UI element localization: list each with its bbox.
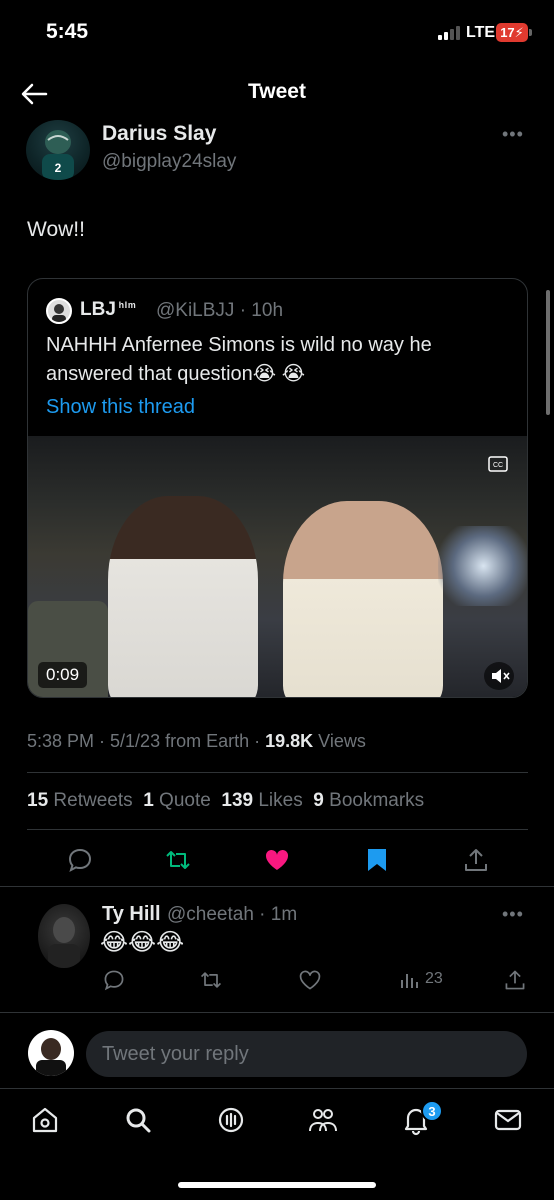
- views-count: 19.8K: [265, 731, 314, 751]
- author-handle[interactable]: @bigplay24slay: [102, 151, 236, 173]
- retweet-icon: [166, 851, 190, 869]
- heart-filled-icon: [265, 849, 289, 870]
- show-thread-link[interactable]: Show this thread: [46, 396, 195, 419]
- signal-icon: [438, 26, 460, 40]
- video-duration: 0:09: [38, 662, 88, 688]
- home-indicator: [178, 1182, 376, 1188]
- quote-video[interactable]: CC 0:09: [28, 436, 527, 697]
- reply-views-button[interactable]: [398, 968, 422, 992]
- reply-author-name[interactable]: Ty Hill: [102, 903, 161, 926]
- divider: [27, 829, 528, 830]
- battery-icon: 17 ⚡: [496, 23, 528, 42]
- heart-icon: [299, 970, 321, 990]
- quote-author-handle: @KiLBJJ · 10h: [156, 300, 284, 321]
- video-lights: [438, 526, 527, 606]
- tab-communities[interactable]: [307, 1104, 339, 1136]
- tweet-timestamp: 5:38 PM · 5/1/23 from Earth ·: [27, 731, 266, 751]
- quoted-tweet-card[interactable]: LBJ ʰᴵᵐ @KiLBJJ · 10h NAHHH Anfernee Sim…: [27, 278, 528, 698]
- reply-like-button[interactable]: [298, 968, 322, 992]
- tab-home[interactable]: [29, 1104, 61, 1136]
- divider: [27, 772, 528, 773]
- quote-author-name: LBJ: [80, 299, 116, 320]
- more-options-icon[interactable]: •••: [502, 124, 524, 145]
- tab-spaces[interactable]: [215, 1104, 247, 1136]
- page-title: Tweet: [248, 80, 306, 103]
- quote-author-name-suffix: ʰᴵᵐ: [119, 299, 137, 314]
- speaker-muted-icon: [492, 669, 510, 683]
- retweet-icon: [200, 972, 222, 988]
- home-icon: [32, 1107, 58, 1133]
- like-button[interactable]: [263, 846, 291, 874]
- mail-icon: [494, 1109, 522, 1131]
- retweet-button[interactable]: [164, 846, 192, 874]
- reply-retweet-button[interactable]: [199, 968, 223, 992]
- bookmark-button[interactable]: [363, 846, 391, 874]
- author-avatar[interactable]: 2: [26, 120, 90, 180]
- battery-cap: [529, 29, 532, 36]
- comment-icon: [68, 848, 92, 872]
- share-icon: [505, 970, 525, 990]
- more-options-icon[interactable]: •••: [502, 904, 524, 925]
- tweet-text: Wow!!: [27, 218, 85, 241]
- avatar-image: [36, 1038, 66, 1076]
- reply-author-handle[interactable]: @cheetah · 1m: [167, 904, 297, 926]
- video-person-right: [283, 501, 443, 697]
- captions-icon[interactable]: CC: [488, 456, 508, 472]
- avatar-image: 2: [42, 130, 74, 180]
- search-icon: [126, 1108, 151, 1133]
- svg-text:2: 2: [55, 161, 62, 175]
- reply-input[interactable]: [86, 1031, 527, 1077]
- battery-level: 17: [500, 25, 515, 40]
- author-name[interactable]: Darius Slay: [102, 122, 216, 146]
- bookmarks-stat[interactable]: 9 Bookmarks: [313, 790, 424, 811]
- scrollbar[interactable]: [546, 290, 550, 415]
- quote-author-avatar: [46, 298, 72, 324]
- comment-icon: [104, 970, 124, 991]
- tab-search[interactable]: [122, 1104, 154, 1136]
- tweet-meta: 5:38 PM · 5/1/23 from Earth · 19.8K View…: [27, 731, 366, 752]
- quotes-stat[interactable]: 1 Quote: [143, 790, 211, 811]
- divider: [0, 1012, 554, 1013]
- views-label: Views: [313, 731, 366, 751]
- current-user-avatar[interactable]: [28, 1030, 74, 1076]
- likes-stat[interactable]: 139 Likes: [221, 790, 302, 811]
- svg-text:CC: CC: [493, 462, 503, 469]
- notifications-badge: 3: [421, 1100, 443, 1122]
- reply-views-count: 23: [425, 970, 443, 987]
- share-icon: [465, 849, 487, 871]
- communities-icon: [309, 1109, 337, 1132]
- mute-button[interactable]: [484, 662, 514, 690]
- reply-share-button[interactable]: [503, 968, 527, 992]
- share-button[interactable]: [462, 846, 490, 874]
- quote-text: NAHHH Anfernee Simons is wild no way he …: [46, 334, 432, 385]
- status-time: 5:45: [46, 20, 89, 43]
- reply-reply-button[interactable]: [102, 968, 126, 992]
- tweet-stats: 15 Retweets 1 Quote 139 Likes 9 Bookmark…: [27, 790, 424, 812]
- analytics-icon: [401, 974, 418, 988]
- divider: [0, 886, 554, 887]
- avatar-image: [48, 917, 80, 968]
- network-label: LTE: [466, 24, 496, 41]
- bookmark-filled-icon: [368, 849, 386, 871]
- reply-author-avatar[interactable]: [38, 904, 90, 968]
- retweets-stat[interactable]: 15 Retweets: [27, 790, 133, 811]
- microphone-icon: [218, 1107, 244, 1133]
- video-person-left: [108, 496, 258, 697]
- tab-messages[interactable]: [492, 1104, 524, 1136]
- reply-button[interactable]: [66, 846, 94, 874]
- avatar-image: [52, 304, 66, 322]
- reply-text: 😂😂😂: [100, 929, 185, 956]
